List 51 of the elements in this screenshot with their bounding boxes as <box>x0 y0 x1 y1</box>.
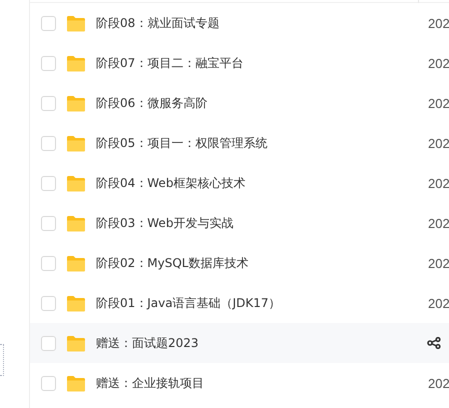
file-row[interactable]: 阶段06：微服务高阶 202 <box>30 83 449 123</box>
checkbox[interactable] <box>41 216 56 230</box>
folder-icon <box>66 374 86 392</box>
folder-icon <box>66 174 86 192</box>
folder-icon <box>66 54 86 72</box>
modified-date: 202 <box>427 136 449 150</box>
folder-icon <box>66 294 86 312</box>
file-row[interactable]: 赠送：企业接轨项目 202 <box>30 363 449 403</box>
folder-name[interactable]: 阶段08：就业面试专题 <box>96 14 419 32</box>
file-row[interactable]: 阶段02：MySQL数据库技术 202 <box>30 243 449 283</box>
checkbox[interactable] <box>41 16 56 30</box>
file-row[interactable]: 阶段03：Web开发与实战 202 <box>30 203 449 243</box>
folder-name[interactable]: 阶段07：项目二：融宝平台 <box>96 54 419 72</box>
folder-icon <box>66 14 86 32</box>
folder-name[interactable]: 阶段02：MySQL数据库技术 <box>96 254 419 272</box>
folder-name[interactable]: 阶段04：Web框架核心技术 <box>96 174 419 192</box>
checkbox[interactable] <box>41 96 56 110</box>
folder-name[interactable]: 阶段06：微服务高阶 <box>96 94 419 112</box>
folder-name[interactable]: 阶段03：Web开发与实战 <box>96 214 419 232</box>
folder-icon <box>66 214 86 232</box>
folder-icon <box>66 254 86 272</box>
modified-date: 202 <box>427 216 449 230</box>
checkbox[interactable] <box>41 296 56 310</box>
folder-icon <box>66 334 86 352</box>
checkbox[interactable] <box>41 336 56 350</box>
file-row[interactable]: 赠送：面试题2023 <box>30 323 449 363</box>
checkbox[interactable] <box>41 376 56 390</box>
file-row[interactable]: 阶段07：项目二：融宝平台 202 <box>30 43 449 83</box>
share-icon[interactable] <box>427 337 441 349</box>
resize-handle[interactable] <box>0 344 4 376</box>
modified-date: 202 <box>427 296 449 310</box>
folder-name[interactable]: 赠送：企业接轨项目 <box>96 374 419 392</box>
folder-icon <box>66 134 86 152</box>
modified-date: 202 <box>427 16 449 30</box>
checkbox[interactable] <box>41 136 56 150</box>
modified-date: 202 <box>427 56 449 70</box>
checkbox[interactable] <box>41 56 56 70</box>
modified-date: 202 <box>427 256 449 270</box>
folder-name[interactable]: 阶段01：Java语言基础（JDK17） <box>96 294 419 312</box>
modified-date: 202 <box>427 96 449 110</box>
checkbox[interactable] <box>41 256 56 270</box>
file-row[interactable]: 阶段05：项目一：权限管理系统 202 <box>30 123 449 163</box>
folder-name[interactable]: 阶段05：项目一：权限管理系统 <box>96 134 419 152</box>
modified-date: 202 <box>427 176 449 190</box>
folder-name[interactable]: 赠送：面试题2023 <box>96 334 419 352</box>
file-row[interactable]: 阶段08：就业面试专题 202 <box>30 3 449 43</box>
checkbox[interactable] <box>41 176 56 190</box>
file-row[interactable]: 阶段04：Web框架核心技术 202 <box>30 163 449 203</box>
folder-icon <box>66 94 86 112</box>
file-row[interactable]: 阶段01：Java语言基础（JDK17） 202 <box>30 283 449 323</box>
modified-date: 202 <box>427 376 449 390</box>
